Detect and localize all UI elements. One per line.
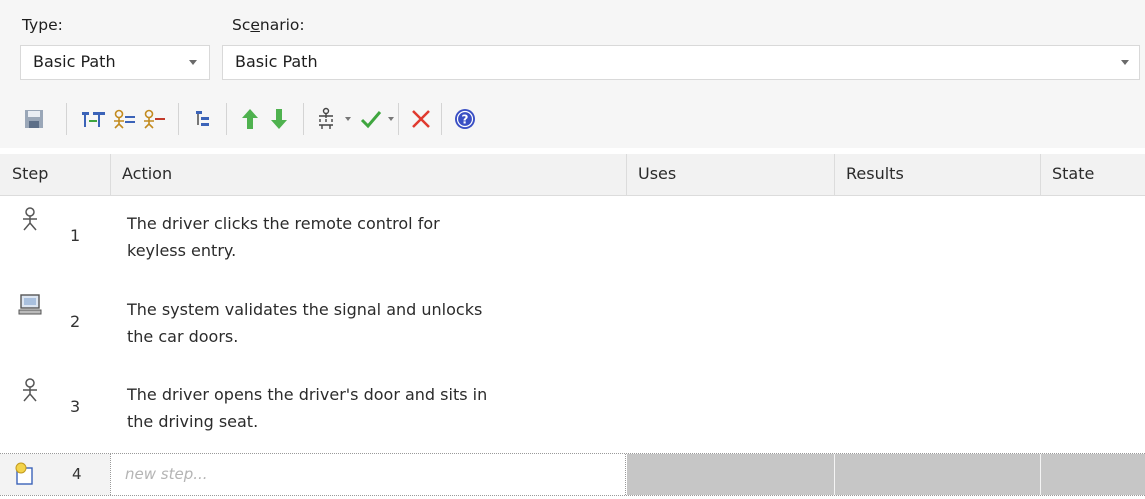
toolbar-separator: [303, 103, 304, 135]
column-header-results[interactable]: Results: [834, 154, 1040, 196]
save-icon[interactable]: [21, 106, 47, 132]
column-header-state[interactable]: State: [1040, 154, 1145, 196]
toolbar-separator: [66, 103, 67, 135]
column-divider: [834, 454, 835, 495]
help-icon[interactable]: ?: [452, 106, 478, 132]
new-step-row[interactable]: 4 new step...: [0, 453, 1145, 496]
chevron-down-icon[interactable]: [345, 117, 351, 121]
system-icon: [18, 292, 42, 318]
step-action[interactable]: The driver clicks the remote control for…: [127, 210, 627, 264]
actor-icon: [18, 377, 42, 403]
column-header-step[interactable]: Step: [0, 154, 110, 196]
toolbar-separator: [178, 103, 179, 135]
step-number: 1: [70, 226, 81, 245]
step-number: 4: [72, 465, 82, 483]
scenario-dropdown[interactable]: Basic Path: [222, 45, 1140, 80]
action-line: keyless entry.: [127, 241, 237, 260]
chevron-down-icon[interactable]: [388, 117, 394, 121]
action-line: the driving seat.: [127, 412, 259, 431]
level-icon[interactable]: [190, 106, 216, 132]
action-line: The driver clicks the remote control for: [127, 214, 440, 233]
system-step-icon[interactable]: [141, 106, 167, 132]
table-row[interactable]: 3 The driver opens the driver's door and…: [0, 367, 1145, 452]
validate-icon[interactable]: [358, 106, 384, 132]
table-header: Step Action Uses Results State: [0, 154, 1145, 196]
type-label: Type:: [22, 16, 63, 34]
step-number: 3: [70, 397, 81, 416]
new-step-placeholder: new step...: [125, 465, 208, 483]
step-action[interactable]: The driver opens the driver's door and s…: [127, 381, 627, 435]
type-dropdown[interactable]: Basic Path: [20, 45, 210, 80]
toolbar: ?: [0, 93, 1145, 148]
toolbar-separator: [441, 103, 442, 135]
scenario-label: Scenario:: [232, 16, 305, 34]
scenario-dropdown-value: Basic Path: [235, 52, 318, 71]
scenario-header-panel: Type: Scenario: Basic Path Basic Path: [0, 0, 1145, 93]
actor-icon: [18, 206, 42, 232]
move-up-icon[interactable]: [237, 106, 263, 132]
type-dropdown-value: Basic Path: [33, 52, 116, 71]
delete-icon[interactable]: [408, 106, 434, 132]
chevron-down-icon: [189, 60, 197, 65]
action-line: The system validates the signal and unlo…: [127, 300, 483, 319]
new-step-input[interactable]: new step...: [110, 454, 626, 495]
move-down-icon[interactable]: [266, 106, 292, 132]
new-step-cell: 4: [0, 454, 110, 495]
column-header-uses[interactable]: Uses: [626, 154, 834, 196]
table-row[interactable]: 2 The system validates the signal and un…: [0, 282, 1145, 367]
svg-text:?: ?: [462, 113, 469, 127]
actor-step-icon[interactable]: [111, 106, 137, 132]
action-line: the car doors.: [127, 327, 239, 346]
new-step-icon: [14, 462, 36, 486]
structure-icon[interactable]: [316, 106, 342, 132]
column-divider: [1040, 454, 1041, 495]
chevron-down-icon: [1121, 60, 1129, 65]
step-action[interactable]: The system validates the signal and unlo…: [127, 296, 627, 350]
insert-steps-icon[interactable]: [81, 106, 107, 132]
toolbar-separator: [398, 103, 399, 135]
new-step-disabled-cells: [627, 454, 1145, 495]
step-number: 2: [70, 312, 81, 331]
column-header-action[interactable]: Action: [110, 154, 626, 196]
action-line: The driver opens the driver's door and s…: [127, 385, 488, 404]
toolbar-separator: [226, 103, 227, 135]
table-row[interactable]: 1 The driver clicks the remote control f…: [0, 196, 1145, 281]
